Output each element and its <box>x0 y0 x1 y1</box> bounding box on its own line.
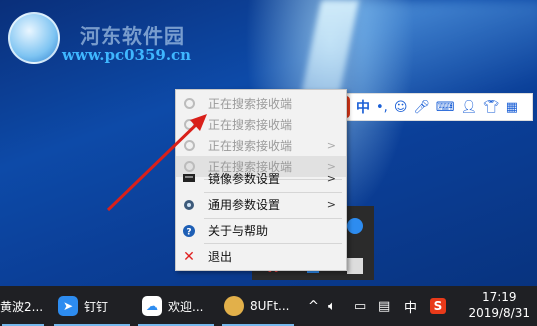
network-icon[interactable]: ▭ <box>354 286 366 326</box>
taskbar-item-dingtalk[interactable]: ➤ 钉钉 <box>52 286 132 326</box>
taskbar-item-label: 8UFt... <box>250 299 290 313</box>
annotation-arrow <box>106 114 207 212</box>
tray-show-hidden-icon[interactable]: ^ <box>308 286 319 326</box>
input-language[interactable]: 中 <box>404 286 417 326</box>
taskbar-item-label: 钉钉 <box>84 299 109 314</box>
taskbar-item-label: 欢迎... <box>168 299 204 314</box>
clock-date: 2019/8/31 <box>468 306 530 320</box>
dingtalk-icon: ➤ <box>58 296 78 316</box>
clock-time: 17:19 <box>481 290 517 304</box>
app-icon <box>224 296 244 316</box>
taskbar-item-app[interactable]: 8UFt... <box>220 286 296 326</box>
volume-icon[interactable]: 🔈︎ <box>328 286 336 326</box>
taskbar-item-1[interactable]: 黄波2... <box>0 286 46 326</box>
taskbar-item-welcome[interactable]: ☁ 欢迎... <box>136 286 216 326</box>
clock[interactable]: 17:19 2019/8/31 <box>468 289 530 321</box>
taskbar: 黄波2... ➤ 钉钉 ☁ 欢迎... 8UFt... ^ 🔈︎ ▭ ▤ 中 S… <box>0 286 537 326</box>
taskbar-item-label: 黄波2... <box>0 299 44 314</box>
sogou-tray-icon[interactable]: S <box>430 286 446 326</box>
baidu-netdisk-icon: ☁ <box>142 296 162 316</box>
notification-icon[interactable]: ▤ <box>378 286 390 326</box>
